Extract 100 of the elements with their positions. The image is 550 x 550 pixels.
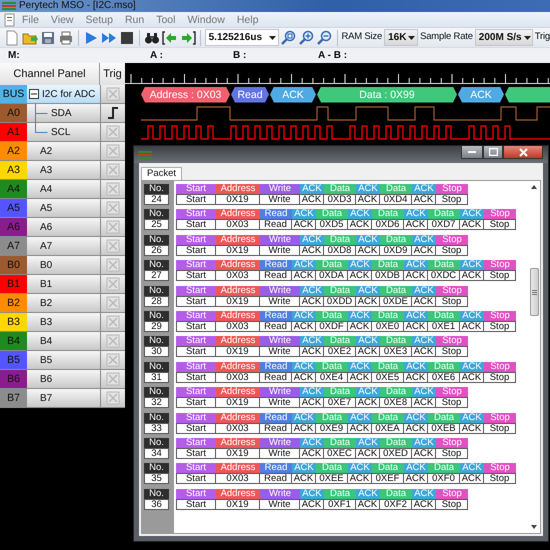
channel-name[interactable]: A4	[27, 180, 100, 198]
field-header: Data	[428, 260, 460, 270]
channel-tag: BUS	[0, 85, 27, 103]
packet-number-label: No.	[144, 438, 169, 448]
channel-name[interactable]: A6	[27, 218, 100, 236]
channel-name[interactable]: B4	[27, 332, 100, 350]
field-header: ACK	[356, 336, 380, 346]
menu-item[interactable]: Tool	[150, 12, 182, 26]
field-header: Read	[260, 260, 292, 270]
field-header: ACK	[412, 438, 436, 448]
field-value: ACK	[404, 270, 428, 282]
packet-number: 25	[144, 219, 169, 230]
close-button[interactable]	[503, 146, 543, 159]
channel-name[interactable]: B3	[27, 313, 100, 331]
field-value: ACK	[460, 270, 484, 282]
tab[interactable]: Packet	[141, 167, 182, 180]
field-value: 0XEF	[372, 473, 404, 484]
field-value: 0XEA	[372, 422, 404, 434]
packet-number: 27	[144, 270, 169, 282]
field-value: ACK	[356, 296, 380, 307]
channel-name[interactable]: SDA	[27, 104, 100, 122]
menu-item[interactable]: Run	[118, 12, 150, 26]
field-header: ACK	[300, 286, 324, 296]
menu-item[interactable]: Setup	[80, 12, 119, 26]
field-header: ACK	[356, 286, 380, 296]
field-header: ACK	[356, 184, 380, 194]
field-value: ACK	[404, 372, 428, 383]
rising-edge-icon[interactable]	[106, 105, 120, 121]
scrollbar-thumb[interactable]	[530, 268, 538, 316]
menu-item[interactable]: View	[44, 12, 80, 26]
caret-icon	[524, 36, 531, 40]
bracket-arrow-left-icon[interactable]	[162, 30, 178, 46]
field-value: ACK	[356, 448, 380, 459]
field-value: ACK	[412, 244, 436, 256]
save-icon[interactable]	[40, 30, 56, 46]
ram-size-select[interactable]: 16K	[384, 29, 418, 46]
field-value: 0XEE	[316, 473, 348, 484]
channel-name[interactable]: SCL	[27, 123, 100, 141]
channel-name[interactable]: A3	[27, 161, 100, 179]
field-value: Start	[176, 194, 216, 205]
field-header: Stop	[436, 488, 468, 499]
menu-item[interactable]: File	[16, 12, 45, 26]
field-value: 0XE4	[316, 372, 348, 383]
field-header: ACK	[300, 387, 324, 398]
menu-item[interactable]: Help	[230, 12, 264, 26]
field-header: Data	[380, 387, 412, 398]
field-value: 0XD8	[324, 244, 356, 256]
field-header: Data	[324, 234, 356, 245]
field-value: Stop	[436, 448, 468, 459]
channel-name[interactable]: B0	[27, 256, 100, 274]
time-select[interactable]: 5.125216us	[204, 29, 279, 46]
bracket-arrow-right-icon[interactable]	[180, 30, 196, 46]
channel-name[interactable]: A5	[27, 199, 100, 217]
field-value: ACK	[412, 346, 436, 358]
scroll-down-icon[interactable]	[531, 525, 537, 529]
field-value: Stop	[484, 270, 516, 282]
field-header: Data	[380, 184, 412, 194]
stop-icon[interactable]	[118, 30, 135, 46]
packet-number: 36	[144, 498, 169, 510]
channel-name[interactable]: B1	[27, 275, 100, 293]
field-header: ACK	[356, 387, 380, 398]
channel-name[interactable]: I2C for ADC	[27, 85, 100, 103]
field-value: ACK	[348, 372, 372, 383]
field-value: 0XF0	[428, 473, 460, 484]
field-value: ACK	[292, 320, 316, 332]
zoom-in-icon[interactable]	[298, 30, 315, 46]
zoom-out-icon[interactable]	[316, 30, 333, 46]
field-header: Stop	[436, 387, 468, 398]
field-header: ACK	[300, 438, 324, 448]
field-value: ACK	[412, 498, 436, 510]
minimize-button[interactable]	[461, 146, 483, 159]
sample-rate-select[interactable]: 200M S/s	[474, 29, 533, 46]
field-header: ACK	[460, 412, 484, 423]
field-header: Write	[260, 184, 300, 194]
field-header: Stop	[484, 463, 516, 474]
channel-name[interactable]: A7	[27, 237, 100, 255]
zoom-fit-icon[interactable]	[280, 30, 297, 46]
channel-name[interactable]: B5	[27, 351, 100, 369]
field-header: Data	[316, 463, 348, 474]
field-header: ACK	[412, 387, 436, 398]
field-value: ACK	[412, 194, 436, 205]
channel-name[interactable]: B2	[27, 294, 100, 312]
print-icon[interactable]	[58, 30, 74, 46]
field-value: Write	[260, 397, 300, 408]
field-header: Address	[216, 184, 260, 194]
menu-item[interactable]: Window	[181, 12, 231, 26]
field-header: Stop	[436, 234, 468, 245]
channel-tag: A3	[0, 161, 27, 179]
field-value: Start	[176, 270, 216, 282]
tree-collapse-icon[interactable]	[29, 89, 39, 99]
field-value: Start	[176, 320, 216, 332]
channel-name[interactable]: B6	[27, 370, 100, 388]
field-header: Address	[216, 234, 260, 245]
field-value: Stop	[484, 422, 516, 434]
packet-number-label: No.	[144, 234, 169, 245]
channel-name[interactable]: B7	[27, 389, 100, 407]
channel-name[interactable]: A2	[27, 142, 100, 160]
maximize-button[interactable]	[483, 146, 503, 159]
field-header: Address	[216, 310, 260, 321]
scroll-up-icon[interactable]	[531, 185, 537, 189]
